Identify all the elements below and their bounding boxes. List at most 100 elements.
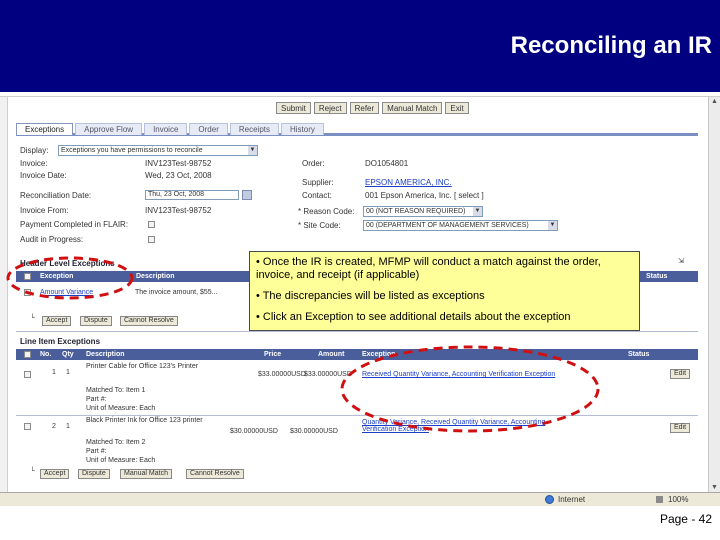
line-price: $30.00000USD [230, 428, 278, 435]
reason-code-value: 00 (NOT REASON REQUIRED) [366, 208, 466, 215]
browser-status-bar: Internet 100% [0, 492, 720, 506]
contact-value[interactable]: 001 Epson America, Inc. [ select ] [365, 191, 484, 200]
reconciliation-date-label: Reconciliation Date: [20, 191, 92, 200]
chevron-down-icon: ▼ [248, 146, 257, 155]
display-label: Display: [20, 146, 49, 155]
cannot-resolve-button[interactable]: Cannot Resolve [120, 316, 178, 326]
explanation-callout: • Once the IR is created, MFMP will cond… [249, 251, 640, 331]
column-status[interactable]: Status [646, 273, 667, 280]
supplier-label: Supplier: [302, 178, 334, 187]
line-description: Black Printer Ink for Office 123 printer [86, 417, 203, 424]
expand-icon[interactable]: ⇲ [678, 257, 684, 265]
line-exception-link[interactable]: Received Quantity Variance, Accounting V… [362, 371, 555, 378]
amount-variance-link[interactable]: Amount Variance [40, 289, 93, 296]
edit-button[interactable]: Edit [670, 423, 691, 433]
column-description[interactable]: Description [136, 273, 175, 280]
row-checkbox[interactable] [24, 289, 31, 296]
line-amount: $30.00000USD [290, 428, 338, 435]
part-number-text: Part #: [86, 396, 107, 403]
line-exceptions-title: Line Item Exceptions [20, 337, 101, 346]
column-status[interactable]: Status [628, 351, 649, 358]
page-number: Page - 42 [659, 512, 712, 526]
tab-approve-flow[interactable]: Approve Flow [75, 123, 143, 135]
column-exception[interactable]: Exception [362, 351, 395, 358]
security-zone-text: Internet [558, 495, 586, 504]
matched-to-text: Matched To: Item 2 [86, 439, 146, 446]
payment-completed-checkbox[interactable] [148, 221, 155, 228]
refer-button[interactable]: Refer [349, 102, 380, 114]
tree-connector: └ [30, 315, 35, 322]
invoice-date-label: Invoice Date: [20, 171, 67, 180]
site-code-label: * Site Code: [298, 221, 341, 230]
tree-connector: └ [30, 468, 35, 475]
dispute-button[interactable]: Dispute [78, 469, 110, 479]
line-description: Printer Cable for Office 123's Printer [86, 363, 199, 370]
site-code-select[interactable]: 00 (DEPARTMENT OF MANAGEMENT SERVICES) ▼ [363, 220, 558, 231]
display-select[interactable]: Exceptions you have permissions to recon… [58, 145, 258, 156]
order-value: DO1054801 [365, 159, 409, 168]
section-divider [16, 331, 698, 332]
supplier-link[interactable]: EPSON AMERICA, INC. [365, 178, 452, 187]
column-qty[interactable]: Qty [62, 351, 74, 358]
zoom-level[interactable]: 100% [668, 495, 688, 504]
reconciliation-date-input[interactable]: Thu, 23 Oct, 2008 [145, 190, 239, 200]
cannot-resolve-button[interactable]: Cannot Resolve [186, 469, 244, 479]
unit-of-measure-text: Unit of Measure: Each [86, 405, 156, 412]
exit-button[interactable]: Exit [445, 102, 469, 114]
select-all-checkbox[interactable] [24, 273, 31, 280]
tab-history[interactable]: History [281, 123, 324, 135]
chevron-down-icon: ▼ [548, 221, 557, 230]
matched-to-text: Matched To: Item 1 [86, 387, 146, 394]
edit-button[interactable]: Edit [670, 369, 691, 379]
calendar-icon[interactable] [242, 190, 252, 200]
audit-checkbox[interactable] [148, 236, 155, 243]
invoice-label: Invoice: [20, 159, 48, 168]
column-price[interactable]: Price [264, 351, 281, 358]
header-exceptions-title: Header Level Exceptions [20, 259, 115, 268]
callout-bullet-2: • The discrepancies will be listed as ex… [256, 290, 485, 302]
contact-label: Contact: [302, 191, 332, 200]
callout-bullet-3: • Click an Exception to see additional d… [256, 311, 571, 323]
row-divider [16, 415, 698, 416]
column-exception[interactable]: Exception [40, 273, 73, 280]
vertical-scrollbar[interactable]: ▲ ▼ [708, 97, 720, 495]
invoice-value: INV123Test-98752 [145, 159, 212, 168]
tab-invoice[interactable]: Invoice [144, 123, 188, 135]
chevron-down-icon: ▼ [473, 207, 482, 216]
line-exceptions-column-header: No. Qty Description Price Amount Excepti… [16, 349, 698, 360]
row-checkbox[interactable] [24, 371, 31, 378]
slide-title: Reconciling an IR [510, 32, 712, 59]
line-amount: $33.00000USD [304, 371, 352, 378]
scroll-up-icon[interactable]: ▲ [710, 98, 719, 108]
line-exception-link[interactable]: Quantity Variance, Received Quantity Var… [362, 419, 572, 433]
invoice-date-value: Wed, 23 Oct, 2008 [145, 171, 212, 180]
slide-title-band: Reconciling an IR [0, 0, 720, 92]
column-description[interactable]: Description [86, 351, 125, 358]
accept-button[interactable]: Accept [40, 469, 70, 479]
accept-button[interactable]: Accept [42, 316, 72, 326]
column-no[interactable]: No. [40, 351, 51, 358]
row-checkbox[interactable] [24, 423, 31, 430]
unit-of-measure-text: Unit of Measure: Each [86, 457, 156, 464]
reason-code-label: * Reason Code: [298, 207, 355, 216]
line-no: 1 [52, 369, 56, 376]
zoom-icon [656, 496, 663, 503]
tab-order[interactable]: Order [189, 123, 228, 135]
reject-button[interactable]: Reject [313, 102, 347, 114]
site-code-value: 00 (DEPARTMENT OF MANAGEMENT SERVICES) [366, 222, 529, 229]
invoice-from-label: Invoice From: [20, 206, 69, 215]
column-amount[interactable]: Amount [318, 351, 344, 358]
manual-match-button[interactable]: Manual Match [382, 102, 443, 114]
reason-code-select[interactable]: 00 (NOT REASON REQUIRED) ▼ [363, 206, 483, 217]
line-no: 2 [52, 423, 56, 430]
line-qty: 1 [66, 369, 70, 376]
part-number-text: Part #: [86, 448, 107, 455]
tab-exceptions[interactable]: Exceptions [16, 123, 74, 135]
submit-button[interactable]: Submit [276, 102, 311, 114]
select-all-checkbox[interactable] [24, 351, 31, 358]
tab-receipts[interactable]: Receipts [229, 123, 279, 135]
manual-match-button[interactable]: Manual Match [120, 469, 172, 479]
dispute-button[interactable]: Dispute [80, 316, 112, 326]
display-select-value: Exceptions you have permissions to recon… [61, 147, 203, 154]
invoice-from-value: INV123Test-98752 [145, 206, 212, 215]
